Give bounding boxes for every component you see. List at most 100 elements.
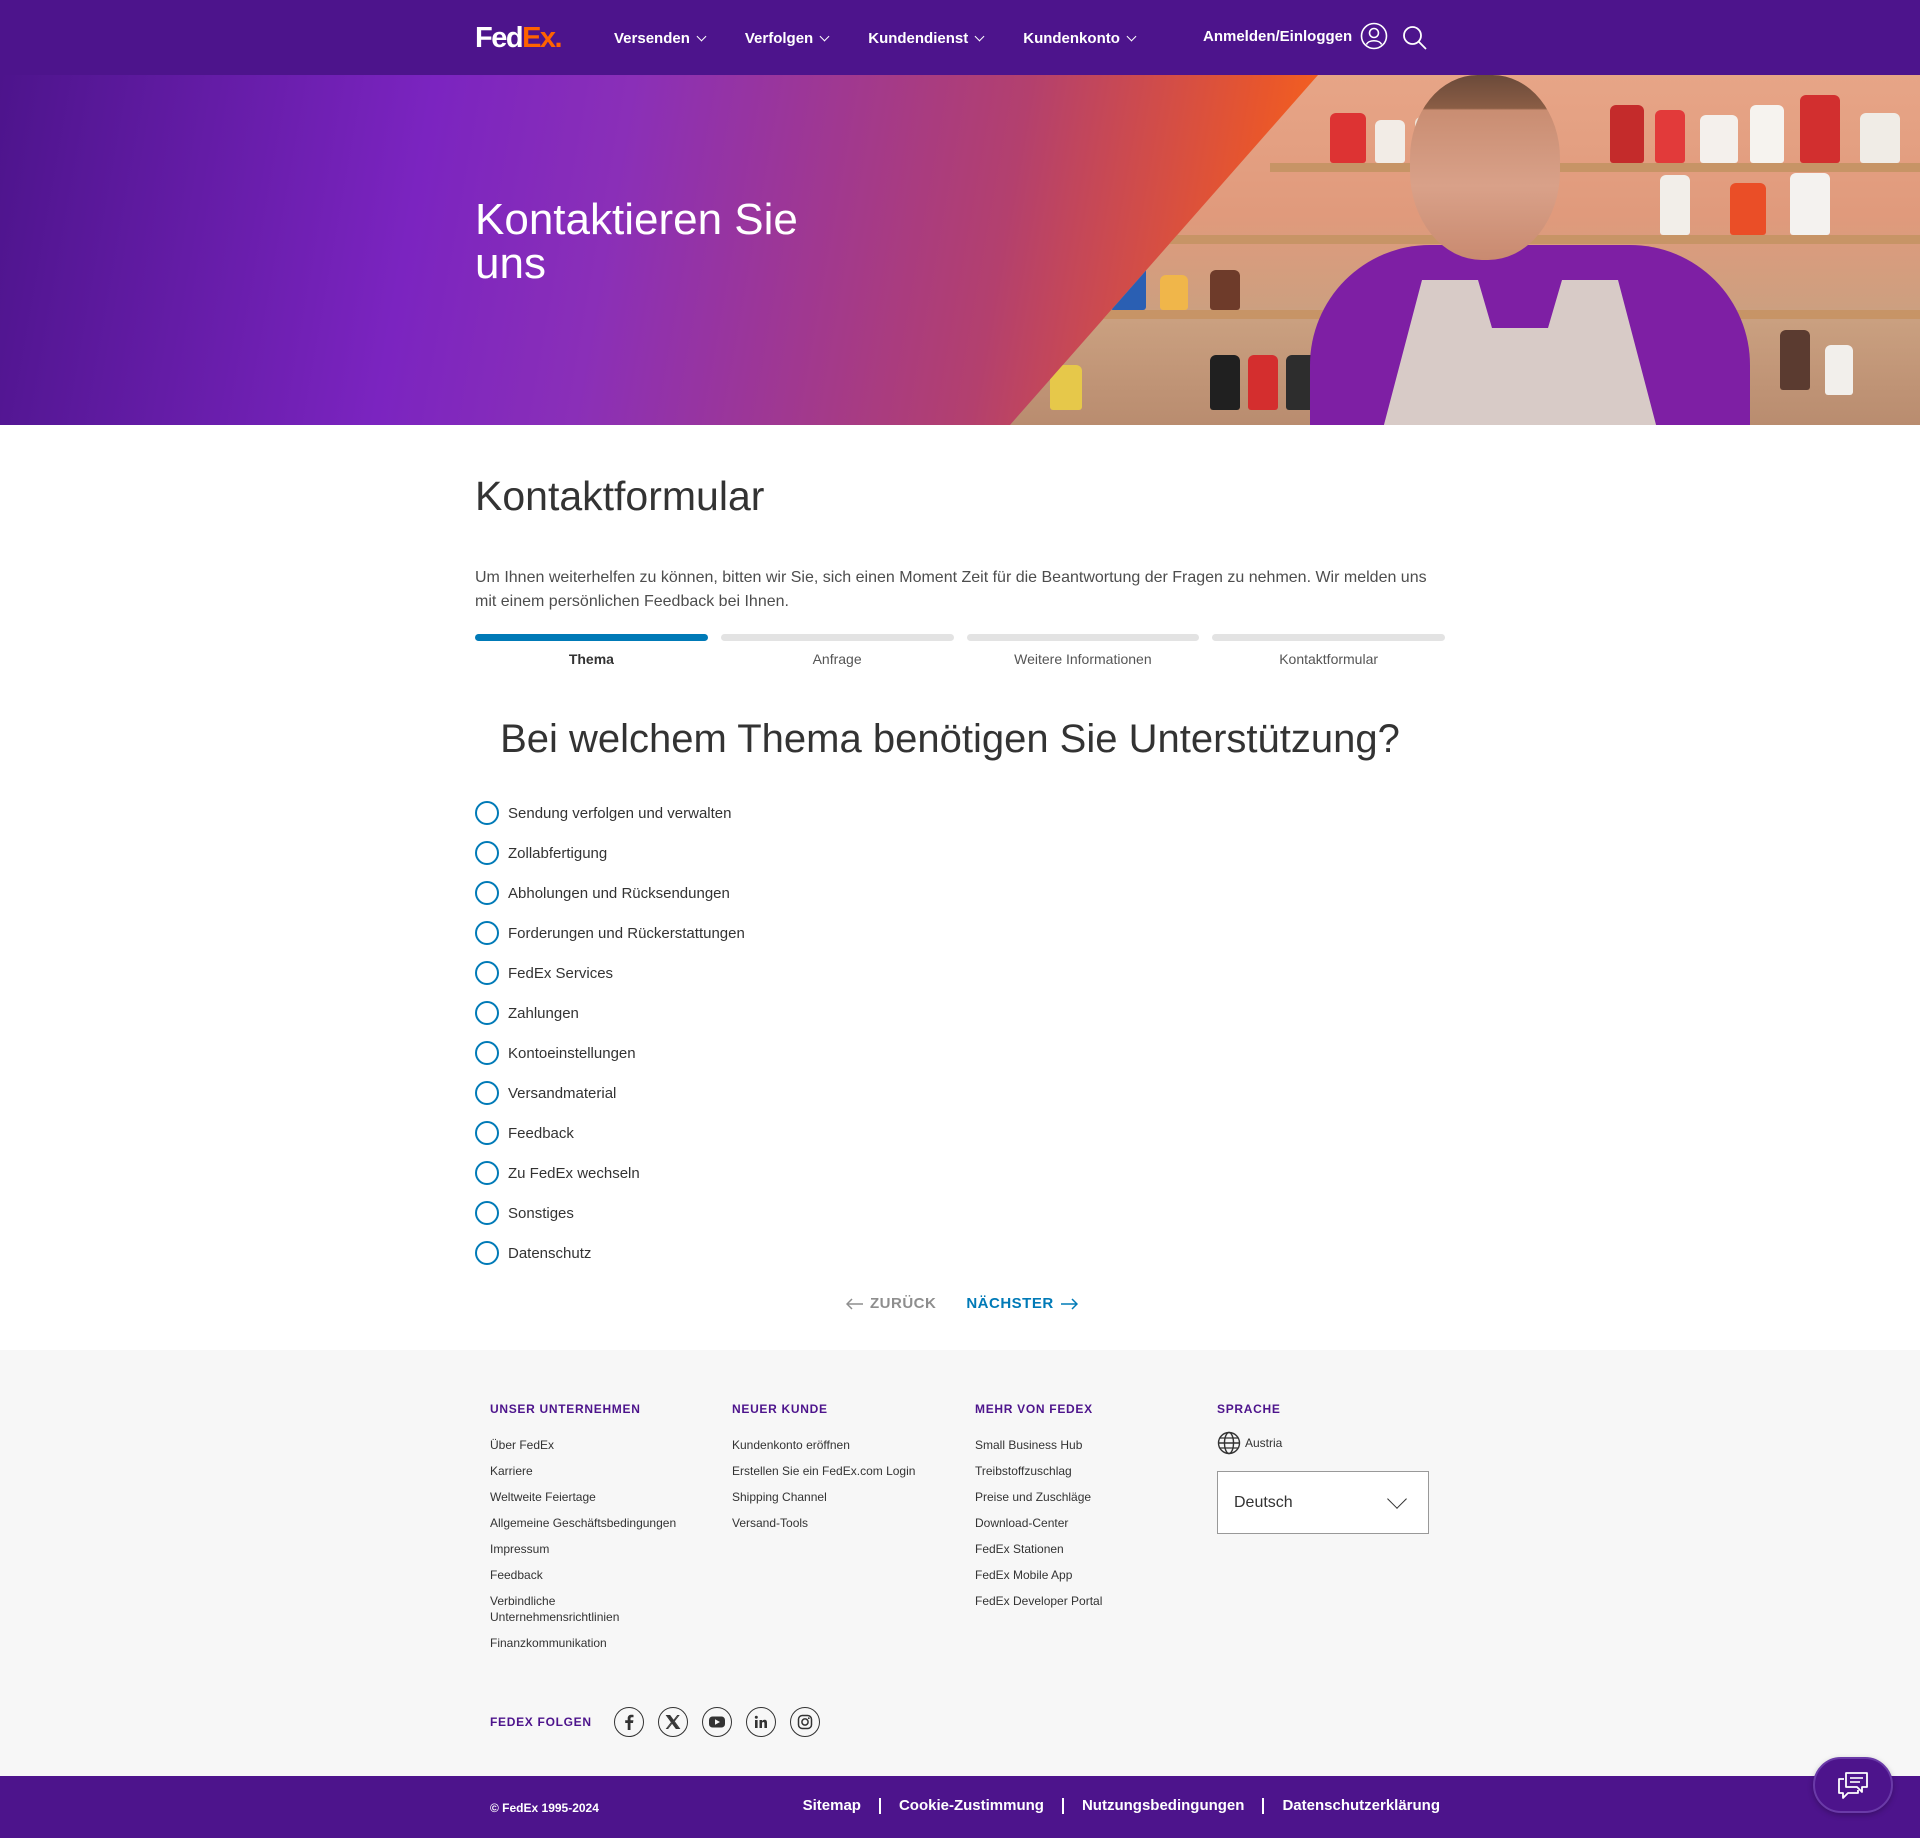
chevron-down-icon — [974, 31, 985, 41]
radio-option-sendung[interactable]: Sendung verfolgen und verwalten — [475, 793, 745, 833]
radio-option-feedback[interactable]: Feedback — [475, 1113, 745, 1153]
radio-option-zahlungen[interactable]: Zahlungen — [475, 993, 745, 1033]
next-label: NÄCHSTER — [966, 1295, 1054, 1312]
footer-link[interactable]: Verbindliche Unternehmensrichtlinien — [490, 1593, 640, 1625]
footer-heading: MEHR VON FEDEX — [975, 1402, 1093, 1416]
footer-link[interactable]: Versand-Tools — [732, 1515, 952, 1531]
legal-link-cookie[interactable]: Cookie-Zustimmung — [899, 1797, 1044, 1814]
radio-label: Sendung verfolgen und verwalten — [508, 804, 732, 822]
chat-button[interactable] — [1813, 1757, 1893, 1813]
hero-photo-shop-worker — [1010, 75, 1920, 425]
legal-link-datenschutz[interactable]: Datenschutzerklärung — [1282, 1797, 1440, 1814]
radio-label: Zahlungen — [508, 1004, 579, 1022]
footer-link[interactable]: Allgemeine Geschäftsbedingungen — [490, 1515, 710, 1531]
radio-button[interactable] — [475, 841, 499, 865]
radio-option-datenschutz[interactable]: Datenschutz — [475, 1233, 745, 1273]
next-button[interactable]: NÄCHSTER — [966, 1295, 1078, 1312]
chevron-down-icon — [819, 31, 830, 41]
main-nav: Versenden Verfolgen Kundendienst Kundenk… — [614, 26, 1175, 50]
radio-option-versandmaterial[interactable]: Versandmaterial — [475, 1073, 745, 1113]
fedex-logo[interactable]: FedEx. — [475, 22, 563, 54]
footer-link[interactable]: Small Business Hub — [975, 1437, 1195, 1453]
facebook-icon[interactable] — [613, 1707, 644, 1737]
radio-label: Kontoeinstellungen — [508, 1044, 636, 1062]
radio-button[interactable] — [475, 1041, 499, 1065]
step-label: Kontaktformular — [1279, 651, 1379, 667]
login-label: Anmelden/Einloggen — [1203, 27, 1353, 45]
radio-option-kontoeinstellungen[interactable]: Kontoeinstellungen — [475, 1033, 745, 1073]
nav-label: Verfolgen — [744, 29, 814, 47]
nav-kundenkonto[interactable]: Kundenkonto — [1023, 26, 1137, 50]
legal-link-nutzung[interactable]: Nutzungsbedingungen — [1082, 1797, 1244, 1814]
footer-col-sprache: SPRACHE Austria Deutsch — [1217, 1402, 1437, 1534]
step-anfrage[interactable]: Anfrage — [720, 634, 954, 667]
topic-question: Bei welchem Thema benötigen Sie Unterstü… — [500, 717, 1400, 761]
radio-option-wechseln[interactable]: Zu FedEx wechseln — [475, 1153, 745, 1193]
radio-label: Zu FedEx wechseln — [508, 1164, 640, 1182]
country-selector[interactable]: Austria — [1217, 1431, 1437, 1455]
legal-links: Sitemap Cookie-Zustimmung Nutzungsbeding… — [803, 1797, 1440, 1814]
footer-link[interactable]: Karriere — [490, 1463, 710, 1479]
radio-label: Feedback — [508, 1124, 574, 1142]
nav-versenden[interactable]: Versenden — [614, 26, 707, 50]
step-thema[interactable]: Thema — [475, 634, 708, 667]
step-bar — [1212, 634, 1445, 641]
footer-link[interactable]: Erstellen Sie ein FedEx.com Login — [732, 1463, 952, 1479]
footer-link[interactable]: FedEx Stationen — [975, 1541, 1195, 1557]
country-label: Austria — [1245, 1436, 1283, 1450]
radio-button[interactable] — [475, 881, 499, 905]
youtube-icon[interactable] — [701, 1707, 732, 1737]
step-kontaktformular[interactable]: Kontaktformular — [1212, 634, 1445, 667]
radio-button[interactable] — [475, 921, 499, 945]
radio-button[interactable] — [475, 1161, 499, 1185]
hero-title: Kontaktieren Sie uns — [475, 195, 798, 288]
footer-heading: NEUER KUNDE — [732, 1402, 828, 1416]
chat-bubbles-icon — [1838, 1772, 1868, 1799]
footer-link[interactable]: Preise und Zuschläge — [975, 1489, 1195, 1505]
footer-link[interactable]: Kundenkonto eröffnen — [732, 1437, 952, 1453]
radio-button[interactable] — [475, 1121, 499, 1145]
footer-link[interactable]: Weltweite Feiertage — [490, 1489, 710, 1505]
radio-button[interactable] — [475, 1241, 499, 1265]
topic-radio-group: Sendung verfolgen und verwalten Zollabfe… — [475, 793, 745, 1273]
radio-option-zollabfertigung[interactable]: Zollabfertigung — [475, 833, 745, 873]
language-select[interactable]: Deutsch — [1217, 1471, 1429, 1534]
footer-link[interactable]: Über FedEx — [490, 1437, 710, 1453]
step-weitere-informationen[interactable]: Weitere Informationen — [966, 634, 1200, 667]
footer-link[interactable]: Impressum — [490, 1541, 710, 1557]
radio-option-abholungen[interactable]: Abholungen und Rücksendungen — [475, 873, 745, 913]
nav-kundendienst[interactable]: Kundendienst — [868, 26, 985, 50]
legal-link-sitemap[interactable]: Sitemap — [803, 1797, 861, 1814]
radio-button[interactable] — [475, 961, 499, 985]
linkedin-icon[interactable] — [745, 1707, 776, 1737]
login-button[interactable]: Anmelden/Einloggen — [1203, 22, 1388, 50]
footer-link[interactable]: FedEx Developer Portal — [975, 1593, 1195, 1609]
radio-option-forderungen[interactable]: Forderungen und Rückerstattungen — [475, 913, 745, 953]
intro-text: Um Ihnen weiterhelfen zu können, bitten … — [475, 569, 1427, 610]
radio-button[interactable] — [475, 1001, 499, 1025]
radio-button[interactable] — [475, 1201, 499, 1225]
footer-link[interactable]: FedEx Mobile App — [975, 1567, 1195, 1583]
footer-link[interactable]: Feedback — [490, 1567, 710, 1583]
legal-bar: © FedEx 1995-2024 Sitemap Cookie-Zustimm… — [0, 1776, 1920, 1838]
chevron-down-icon — [1126, 31, 1137, 41]
footer-link[interactable]: Shipping Channel — [732, 1489, 952, 1505]
search-icon[interactable] — [1401, 24, 1429, 52]
back-button[interactable]: ZURÜCK — [846, 1295, 936, 1312]
footer-link[interactable]: Treibstoffzuschlag — [975, 1463, 1195, 1479]
radio-option-sonstiges[interactable]: Sonstiges — [475, 1193, 745, 1233]
divider — [1262, 1797, 1265, 1814]
x-twitter-icon[interactable] — [657, 1707, 688, 1737]
nav-label: Versenden — [614, 29, 690, 47]
footer-link[interactable]: Download-Center — [975, 1515, 1195, 1531]
logo-dot: . — [554, 22, 563, 54]
radio-button[interactable] — [475, 801, 499, 825]
step-bar — [720, 634, 954, 641]
radio-label: Versandmaterial — [508, 1084, 617, 1102]
instagram-icon[interactable] — [789, 1707, 820, 1737]
radio-option-services[interactable]: FedEx Services — [475, 953, 745, 993]
chevron-down-icon — [1387, 1488, 1407, 1509]
nav-verfolgen[interactable]: Verfolgen — [744, 26, 830, 50]
footer-link[interactable]: Finanzkommunikation — [490, 1635, 710, 1651]
radio-button[interactable] — [475, 1081, 499, 1105]
